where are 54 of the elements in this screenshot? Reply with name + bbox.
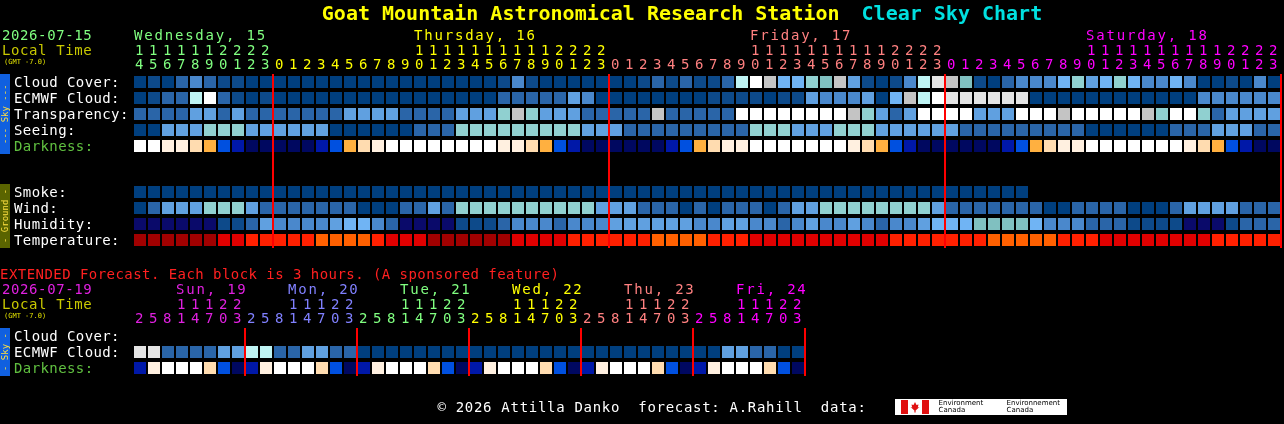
row-label: Seeing: <box>14 122 77 138</box>
row-label: Smoke: <box>14 184 68 200</box>
local-time-label: Local Time <box>1 43 94 58</box>
hour-tens-digits: 11122 <box>176 297 247 311</box>
day-label: Thursday, 16 <box>414 28 537 43</box>
chart-title: Clear Sky Chart <box>861 1 1043 25</box>
hour-digits: 012345678901234567890123 <box>274 57 611 71</box>
hour-digits: 25814703 <box>694 311 807 325</box>
row-label: ECMWF Cloud: <box>14 90 121 106</box>
local-time-label: Local Time <box>1 297 94 312</box>
hour-tens-digits: 11111111112222 <box>415 43 611 57</box>
day-label: Tue, 21 <box>400 282 472 297</box>
day-label: Mon, 20 <box>288 282 360 297</box>
hour-tens-digits: 1111112222 <box>135 43 275 57</box>
day-label: Friday, 17 <box>750 28 853 43</box>
hour-digits: 25814703 <box>134 311 247 325</box>
hour-digits: 25814703 <box>358 311 471 325</box>
extended-note: EXTENDED Forecast. Each block is 3 hours. (A sponsored feature) <box>0 267 560 282</box>
date-label: 2026-07-15 <box>1 28 94 43</box>
hour-tens-digits: 11122 <box>512 297 583 311</box>
hour-tens-digits: 11122 <box>288 297 359 311</box>
hour-digits: 4567890123 <box>134 57 275 71</box>
date-label: 2026-07-19 <box>1 282 94 297</box>
hour-digits: 25814703 <box>470 311 583 325</box>
row-label: Darkness: <box>14 138 95 154</box>
day-label: Saturday, 18 <box>1086 28 1209 43</box>
day-label: Wed, 22 <box>512 282 584 297</box>
group-label: --- Sky --- <box>0 74 10 154</box>
row-label: Humidity: <box>14 216 95 232</box>
group-label: - Sky - <box>0 328 10 376</box>
hour-tens-digits: 11111111112222 <box>1086 43 1283 57</box>
day-label: Wednesday, 15 <box>134 28 267 43</box>
flag-icon <box>900 400 929 414</box>
hour-digits: 25814703 <box>582 311 695 325</box>
day-label: Fri, 24 <box>736 282 808 297</box>
credit-text: © 2026 Attilla Danko forecast: A.Rahill data: <box>437 399 867 415</box>
row-label: Wind: <box>14 200 60 216</box>
row-label: Transparency: <box>14 106 130 122</box>
hour-digits: 012345678901234567890123 <box>946 57 1283 71</box>
row-label: Cloud Cover: <box>14 328 121 344</box>
hour-tens-digits: 11122 <box>624 297 695 311</box>
day-label: Thu, 23 <box>624 282 696 297</box>
group-label: - Ground - <box>0 184 10 248</box>
row-label: ECMWF Cloud: <box>14 344 121 360</box>
hour-tens-digits: 11122 <box>400 297 471 311</box>
row-label: Darkness: <box>14 360 95 376</box>
station-title: Goat Mountain Astronomical Research Station <box>321 1 840 25</box>
hour-tens-digits: 11122 <box>736 297 807 311</box>
day-label: Sun, 19 <box>176 282 248 297</box>
hour-tens-digits: 11111111112222 <box>750 43 947 57</box>
row-label: Cloud Cover: <box>14 74 121 90</box>
hour-digits: 25814703 <box>246 311 359 325</box>
row-label: Temperature: <box>14 232 121 248</box>
hour-digits: 012345678901234567890123 <box>610 57 947 71</box>
